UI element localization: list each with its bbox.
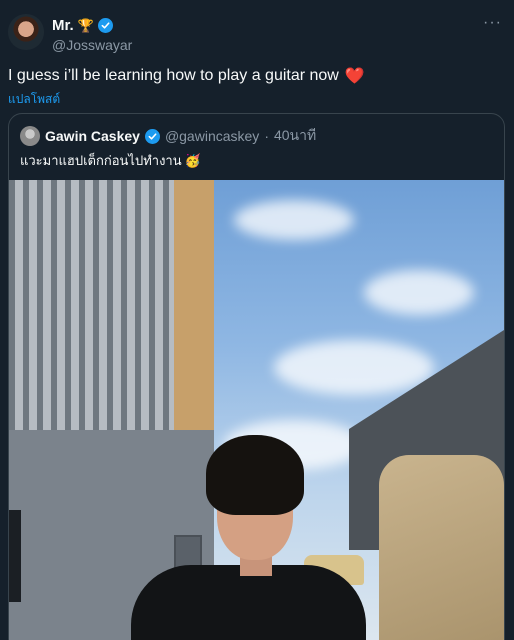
tweet: Mr. 🏆 @Josswayar ··· I guess i’ll be lea… [0,0,514,640]
quote-text: แวะมาแฮปเต็กก่อนไปทำงาน 🥳 [20,150,201,171]
more-options-icon[interactable]: ··· [483,14,502,32]
quote-author-handle[interactable]: @gawincaskey [165,128,259,144]
quote-author-avatar[interactable] [20,126,40,146]
heart-emoji: ❤️ [344,68,365,85]
translate-post-link[interactable]: แปลโพสต์ [8,90,60,109]
photo-person-hair [206,435,304,515]
quote-photo[interactable] [9,180,504,640]
quote-header: Gawin Caskey @gawincaskey · 40นาที [20,125,316,147]
verified-badge-icon[interactable] [144,128,160,144]
photo-person-shirt [131,565,366,640]
quote-author-name[interactable]: Gawin Caskey [45,128,140,144]
quote-timestamp[interactable]: 40นาที [274,125,316,147]
quoted-tweet[interactable]: Gawin Caskey @gawincaskey · 40นาที แวะมา… [8,113,505,640]
photo-building-panel [174,180,214,440]
tweet-body: I guess i’ll be learning how to play a g… [8,67,339,84]
author-avatar[interactable] [8,14,44,50]
party-emoji: 🥳 [184,152,201,168]
author-handle[interactable]: @Josswayar [52,37,132,53]
verified-badge-icon[interactable] [97,17,113,33]
quote-body: แวะมาแฮปเต็กก่อนไปทำงาน [20,153,182,168]
author-name-row: Mr. 🏆 [52,15,132,35]
photo-guitar-case [379,455,504,640]
tweet-text: I guess i’ll be learning how to play a g… [8,66,365,86]
photo-building-fins [9,180,174,430]
photo-window [9,510,21,602]
author-name[interactable]: Mr. [52,17,74,34]
author-info: Mr. 🏆 @Josswayar [52,15,132,54]
separator-dot: · [264,128,269,144]
trophy-emoji: 🏆 [77,17,94,33]
